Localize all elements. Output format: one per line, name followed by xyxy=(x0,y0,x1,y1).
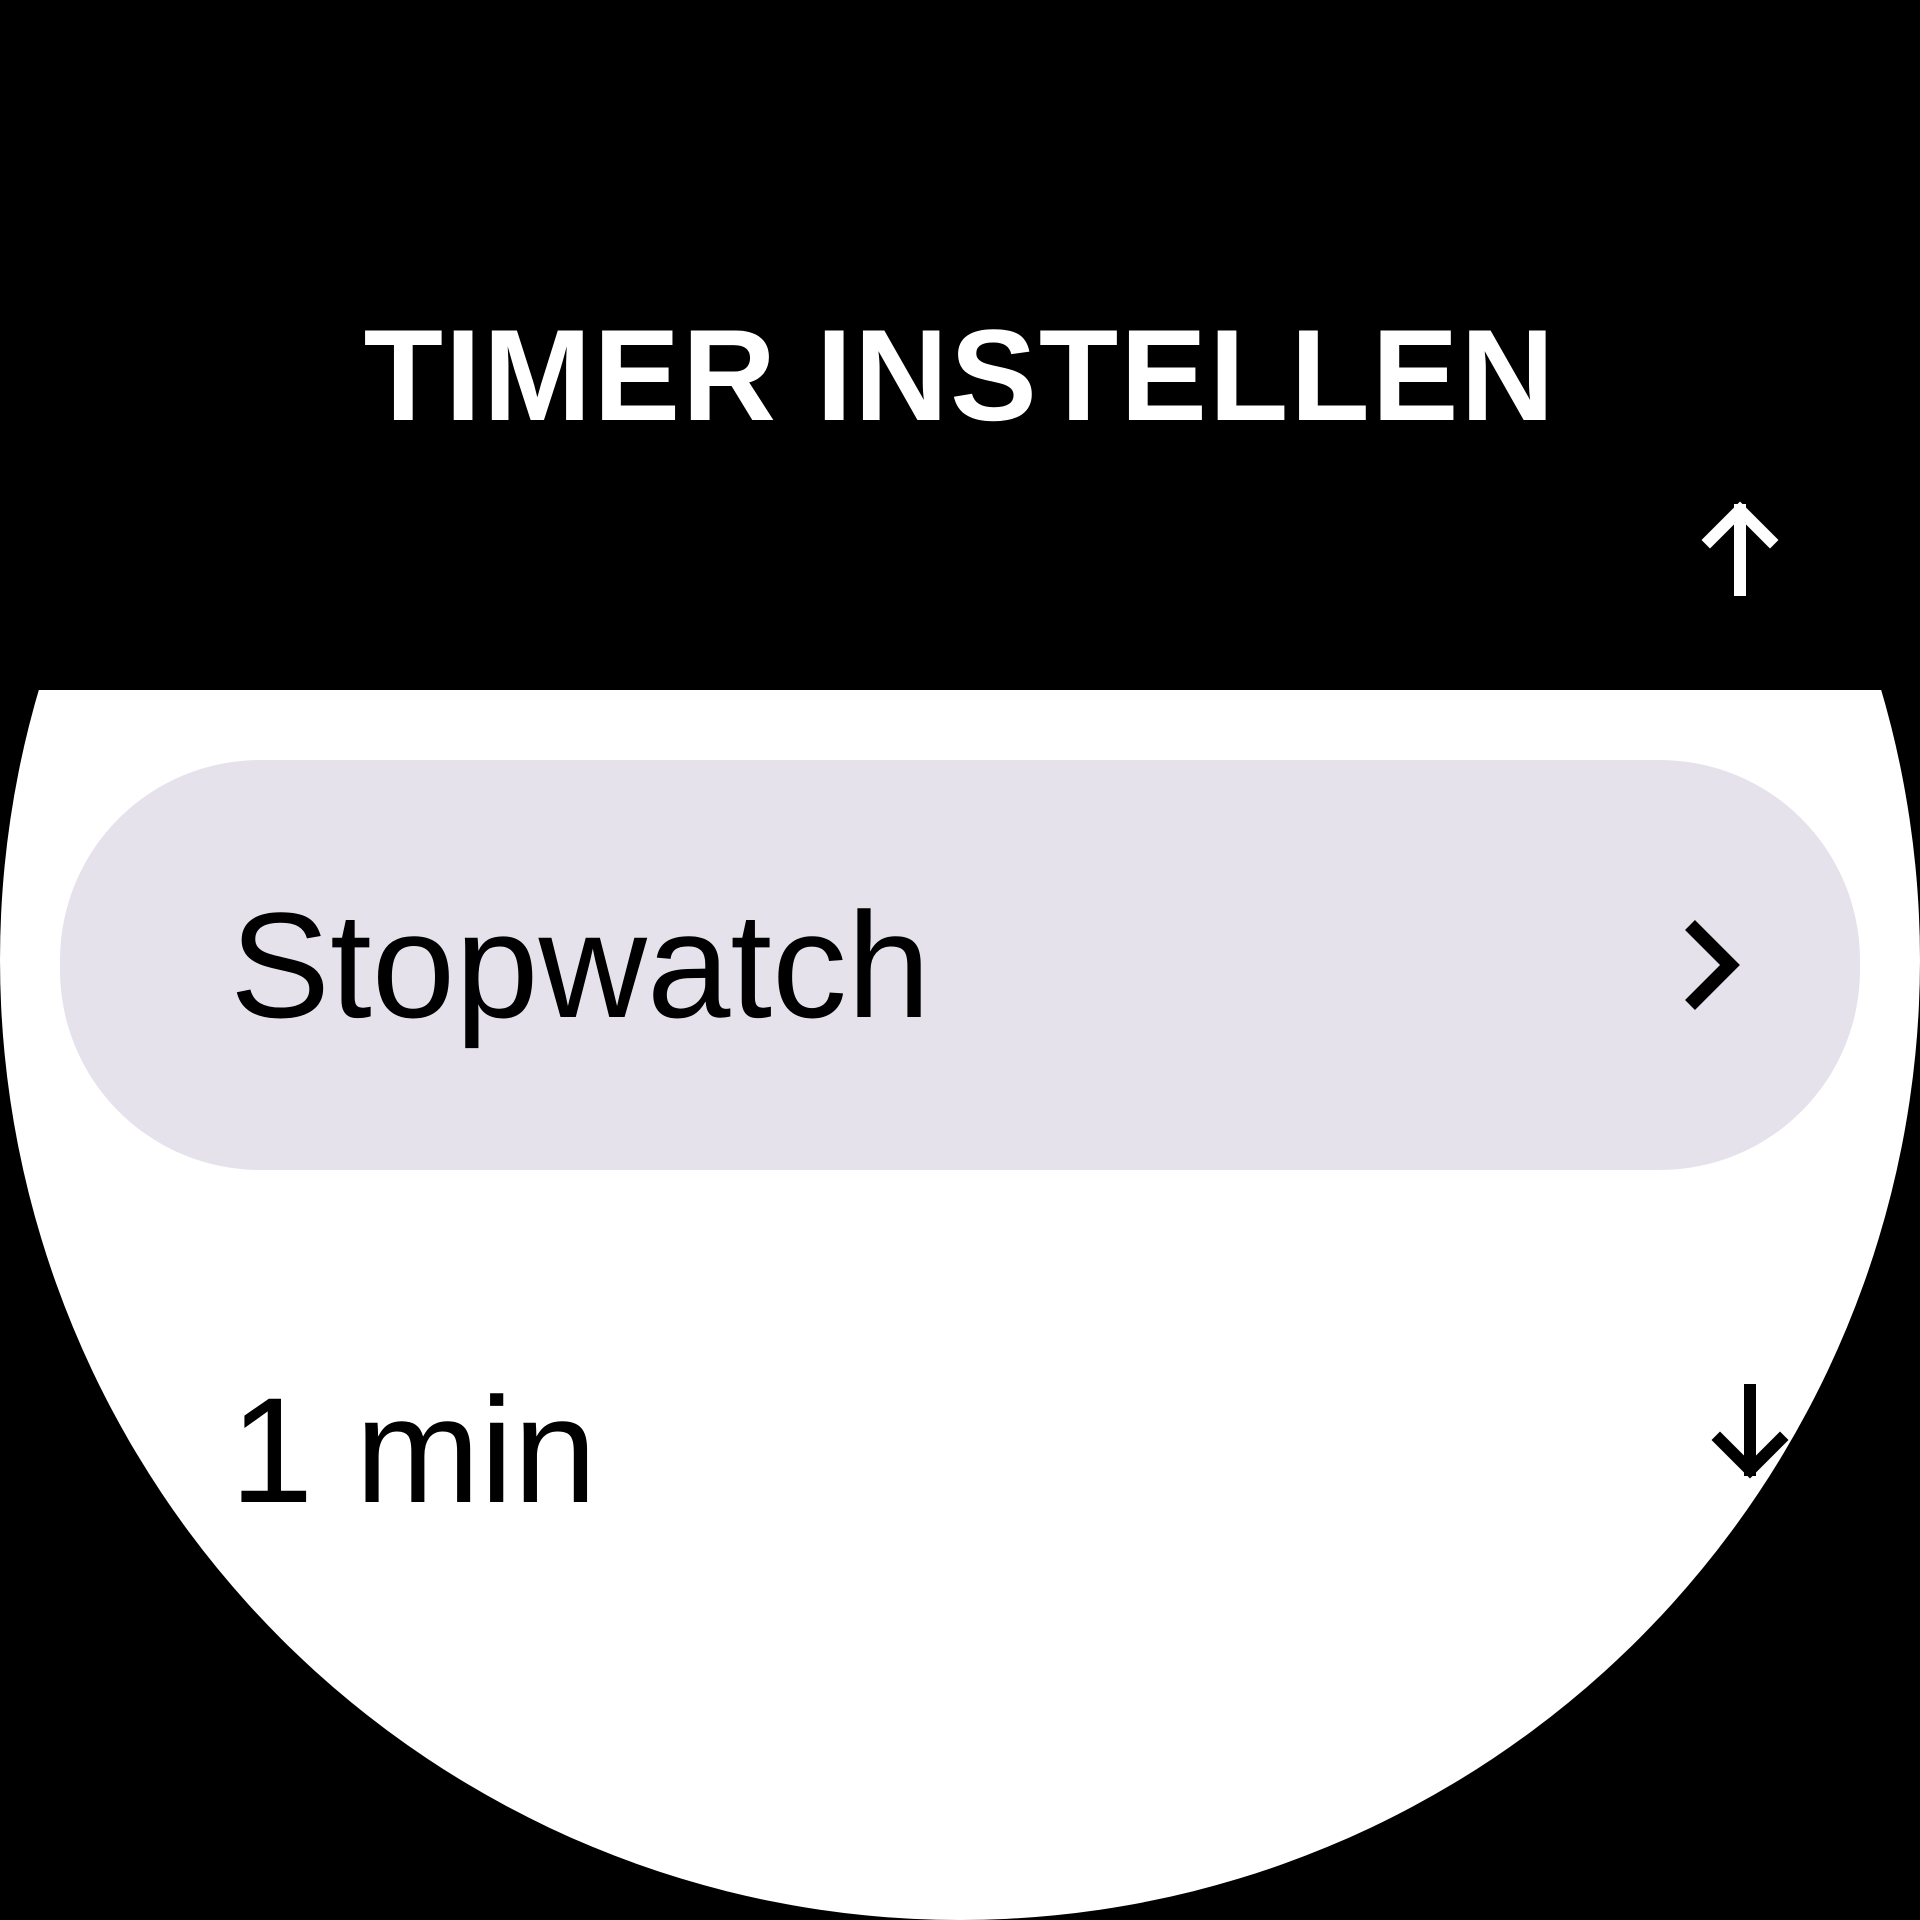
list-item-label: Stopwatch xyxy=(230,879,1680,1052)
list-item-label: min xyxy=(230,1784,1920,1920)
list-item[interactable]: min xyxy=(0,1670,1920,1920)
chevron-right-icon xyxy=(1680,915,1740,1015)
list-item-stopwatch[interactable]: Stopwatch xyxy=(60,760,1860,1170)
timer-list: Stopwatch 1 min min xyxy=(0,690,1920,1920)
arrow-up-icon[interactable] xyxy=(1700,500,1780,600)
list-item-1min[interactable]: 1 min xyxy=(0,1250,1920,1650)
watch-face: TIMER INSTELLEN Stopwatch 1 min xyxy=(0,0,1920,1920)
list-item-label: 1 min xyxy=(230,1364,1740,1537)
header-area: TIMER INSTELLEN xyxy=(0,0,1920,690)
page-title: TIMER INSTELLEN xyxy=(0,300,1920,450)
arrow-down-icon[interactable] xyxy=(1710,1380,1790,1480)
